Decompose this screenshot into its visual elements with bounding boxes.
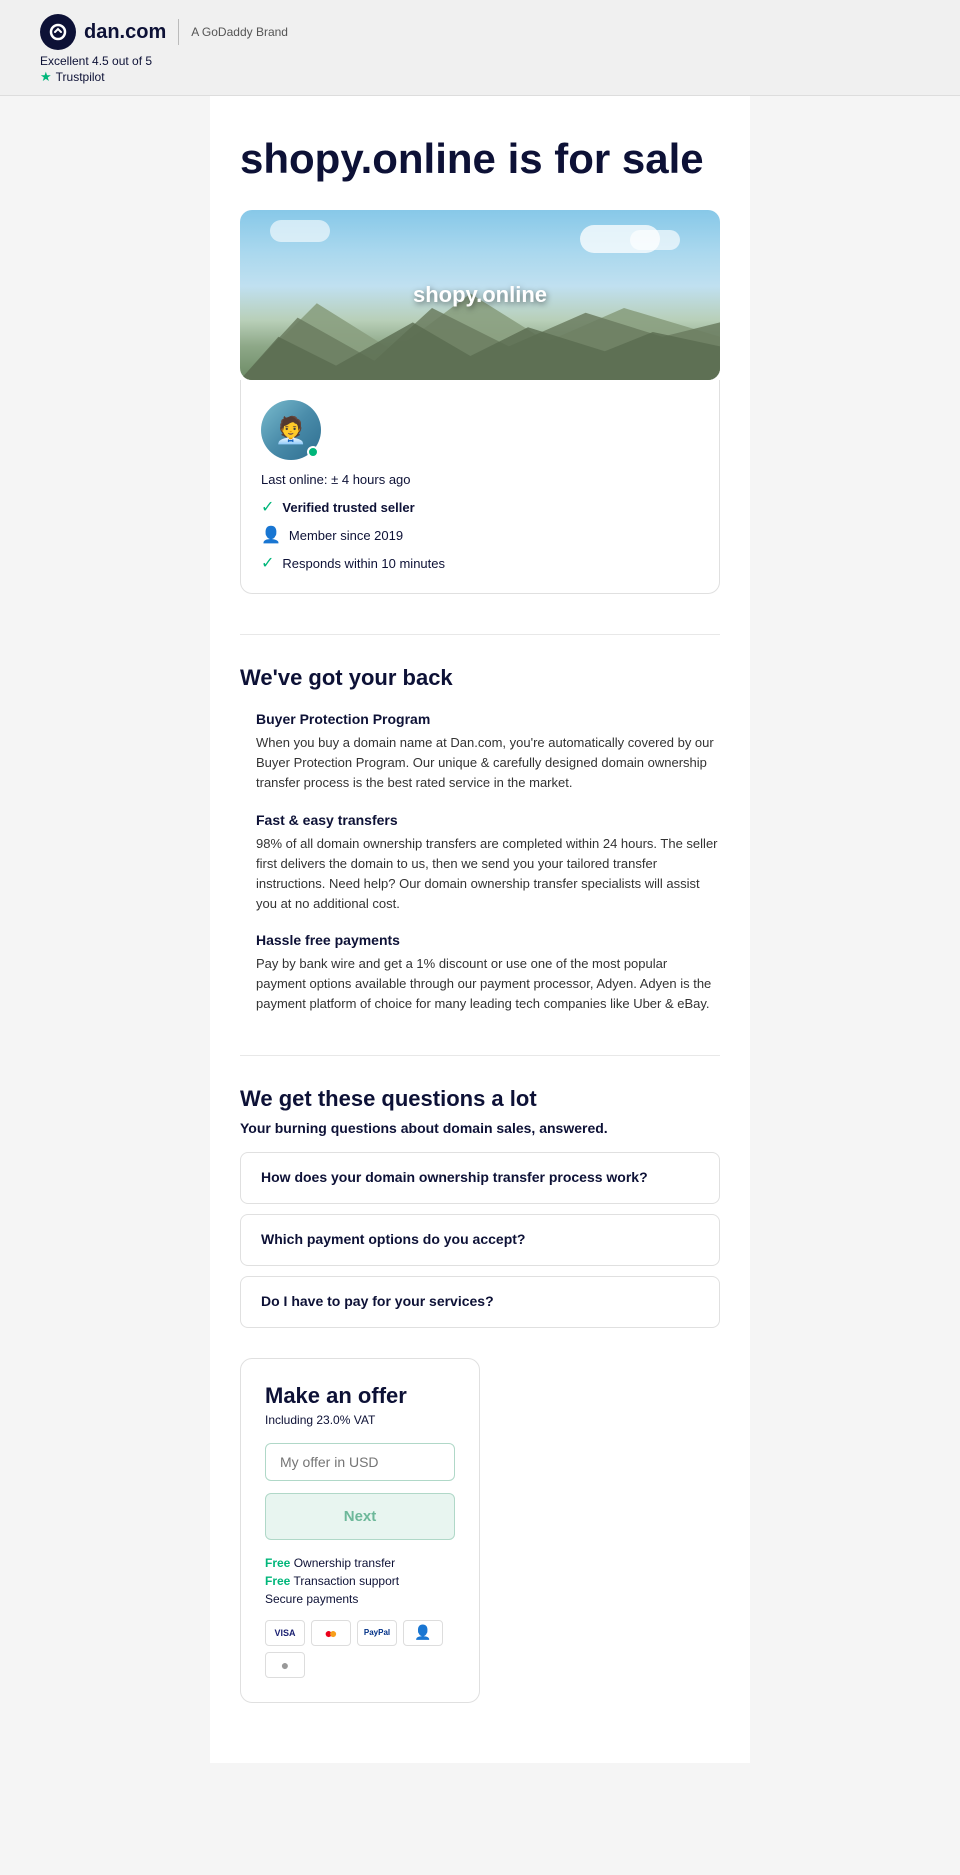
offer-feature-3: Secure payments <box>265 1592 455 1606</box>
feature-item-3: Hassle free payments Pay by bank wire an… <box>256 932 720 1014</box>
feature-text-2: Transaction support <box>293 1574 399 1588</box>
rating-text: Excellent 4.5 out of 5 <box>40 54 920 68</box>
feature-desc-2: 98% of all domain ownership transfers ar… <box>256 834 720 915</box>
verified-icon: ✓ <box>261 497 274 517</box>
vat-label: Including 23.0% VAT <box>265 1413 455 1427</box>
crypto-icon: ● <box>265 1652 305 1678</box>
protection-section: We've got your back Buyer Protection Pro… <box>240 665 720 1014</box>
offer-input[interactable] <box>265 1443 455 1481</box>
feature-text-1: Ownership transfer <box>294 1556 395 1570</box>
godaddy-brand: A GoDaddy Brand <box>191 25 288 39</box>
offer-section: Make an offer Including 23.0% VAT Next F… <box>240 1358 480 1703</box>
response-icon: ✓ <box>261 553 274 573</box>
response-time: Responds within 10 minutes <box>282 556 445 571</box>
faq-question-3: Do I have to pay for your services? <box>261 1293 494 1309</box>
faq-item-3[interactable]: Do I have to pay for your services? <box>240 1276 720 1328</box>
faq-question-2: Which payment options do you accept? <box>261 1231 525 1247</box>
trustpilot-label: Trustpilot <box>56 70 105 84</box>
domain-name-overlay: shopy.online <box>413 282 547 307</box>
last-online: Last online: ± 4 hours ago <box>261 472 699 487</box>
visa-icon: VISA <box>265 1620 305 1646</box>
verified-label: Verified trusted seller <box>282 500 414 515</box>
free-label-1: Free <box>265 1556 290 1570</box>
faq-section: We get these questions a lot Your burnin… <box>240 1086 720 1328</box>
divider-2 <box>240 1055 720 1056</box>
free-label-2: Free <box>265 1574 290 1588</box>
next-button[interactable]: Next <box>265 1493 455 1540</box>
member-since: Member since 2019 <box>289 528 403 543</box>
domain-image-card: shopy.online <box>240 210 720 380</box>
online-indicator <box>307 446 319 458</box>
feature-text-3: Secure payments <box>265 1592 358 1606</box>
faq-item-1[interactable]: How does your domain ownership transfer … <box>240 1152 720 1204</box>
offer-features: Free Ownership transfer Free Transaction… <box>265 1556 455 1606</box>
faq-subtitle: Your burning questions about domain sale… <box>240 1120 720 1136</box>
site-header: dan.com A GoDaddy Brand Excellent 4.5 ou… <box>0 0 960 96</box>
feature-item-2: Fast & easy transfers 98% of all domain … <box>256 812 720 915</box>
divider-1 <box>240 634 720 635</box>
seller-card: 🧑‍💼 Last online: ± 4 hours ago ✓ Verifie… <box>240 380 720 594</box>
faq-item-2[interactable]: Which payment options do you accept? <box>240 1214 720 1266</box>
faq-title: We get these questions a lot <box>240 1086 720 1112</box>
feature-desc-1: When you buy a domain name at Dan.com, y… <box>256 733 720 793</box>
feature-title-1: Buyer Protection Program <box>256 711 720 727</box>
feature-title-2: Fast & easy transfers <box>256 812 720 828</box>
page-title: shopy.online is for sale <box>240 136 720 182</box>
offer-title: Make an offer <box>265 1383 455 1409</box>
dan-logo[interactable]: dan.com <box>40 14 166 50</box>
feature-desc-3: Pay by bank wire and get a 1% discount o… <box>256 954 720 1014</box>
features-list: Buyer Protection Program When you buy a … <box>240 711 720 1014</box>
logo-text: dan.com <box>84 21 166 44</box>
paypal-icon: PayPal <box>357 1620 397 1646</box>
offer-feature-1: Free Ownership transfer <box>265 1556 455 1570</box>
protection-title: We've got your back <box>240 665 720 691</box>
feature-title-3: Hassle free payments <box>256 932 720 948</box>
main-content: shopy.online is for sale shopy.online <box>210 96 750 1763</box>
faq-question-1: How does your domain ownership transfer … <box>261 1169 648 1185</box>
payment-icons: VISA ●● PayPal 👤 ● <box>265 1620 455 1678</box>
feature-item-1: Buyer Protection Program When you buy a … <box>256 711 720 793</box>
member-icon: 👤 <box>261 525 281 545</box>
offer-feature-2: Free Transaction support <box>265 1574 455 1588</box>
mastercard-icon: ●● <box>311 1620 351 1646</box>
transfer-icon: 👤 <box>403 1620 443 1646</box>
